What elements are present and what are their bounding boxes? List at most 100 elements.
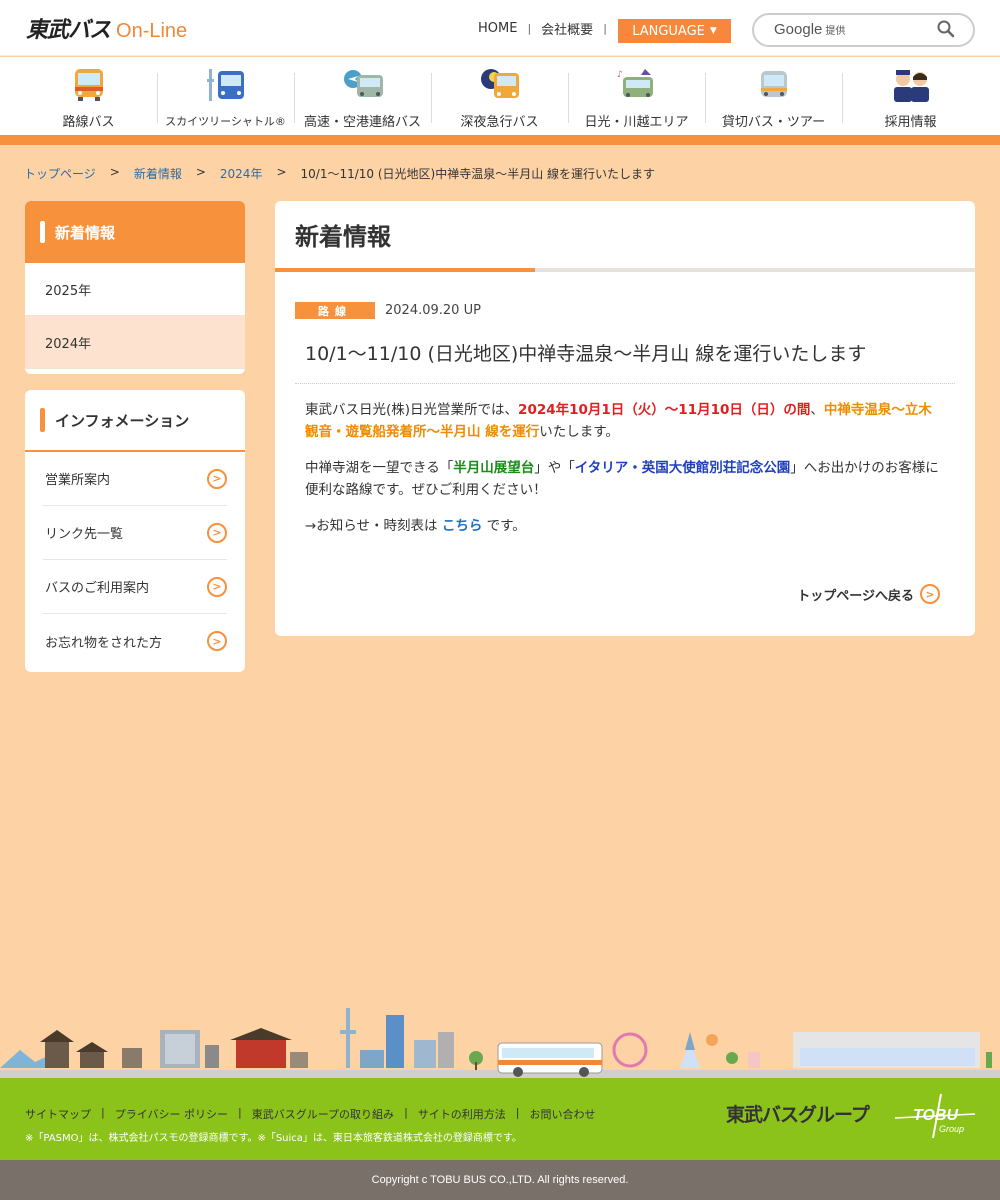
text: 」や「 xyxy=(534,460,575,476)
gnav-label: 深夜急行バス xyxy=(460,115,539,130)
page-title: 新着情報 xyxy=(295,223,391,251)
article-paragraph: →お知らせ・時刻表は こちら です。 xyxy=(305,515,945,537)
language-button[interactable]: LANGUAGE ▼ xyxy=(618,19,731,43)
nav-company-link[interactable]: 会社概要 xyxy=(541,19,593,38)
footer-link-group-initiatives[interactable]: 東武バスグループの取り組み xyxy=(252,1106,394,1122)
arrow-right-icon: > xyxy=(207,522,227,543)
copyright: Copyright c TOBU BUS CO.,LTD. All rights… xyxy=(0,1160,1000,1200)
sidebar-news-header: 新着情報 xyxy=(25,201,245,263)
footer-separator: | xyxy=(404,1106,408,1119)
sidebar-item-label: 営業所案内 xyxy=(45,473,111,488)
tobu-group-logo[interactable]: TOBU Group xyxy=(894,1092,977,1144)
site-logo[interactable]: 東武バス On-Line xyxy=(26,12,187,44)
article-meta: 路線 2024.09.20 UP xyxy=(295,302,481,319)
footer-links: サイトマップ | プライバシー ポリシー | 東武バスグループの取り組み | サ… xyxy=(25,1106,596,1122)
skytree-shuttle-icon xyxy=(206,67,246,103)
breadcrumb-news[interactable]: 新着情報 xyxy=(134,165,182,182)
gnav-label: 路線バス xyxy=(62,115,115,130)
highlight-observatory: 半月山展望台 xyxy=(453,460,535,476)
nav-home-link[interactable]: HOME xyxy=(478,21,517,36)
footer-separator: | xyxy=(238,1106,242,1119)
google-brand-text: Google xyxy=(774,21,823,38)
airport-bus-icon xyxy=(343,67,383,103)
breadcrumb-year[interactable]: 2024年 xyxy=(220,165,263,182)
gnav-late-night-bus[interactable]: 深夜急行バス xyxy=(431,57,568,135)
back-label: トップページへ戻る xyxy=(797,588,914,604)
sidebar-item-lost-items[interactable]: お忘れ物をされた方 > xyxy=(43,614,227,668)
gnav-label: 貸切バス・ツアー xyxy=(721,115,826,130)
bus-front-icon xyxy=(69,67,109,103)
breadcrumb-separator: > xyxy=(109,165,120,179)
sidebar-item-label: リンク先一覧 xyxy=(45,527,124,542)
footer-link-site-usage[interactable]: サイトの利用方法 xyxy=(418,1106,506,1122)
logo-main-text: 東武バス xyxy=(26,18,111,43)
sidebar-info-title: インフォメーション xyxy=(55,411,190,430)
gnav-nikko-kawagoe[interactable]: ♪ 日光・川越エリア xyxy=(568,57,705,135)
gnav-label: スカイツリーシャトル® xyxy=(165,115,286,128)
charter-bus-icon xyxy=(754,67,794,103)
article-body: 東武バス日光(株)日光営業所では、2024年10月1日（火）～11月10日（日）… xyxy=(305,399,945,551)
logo-sub-text: On-Line xyxy=(116,20,188,42)
article-date: 2024.09.20 UP xyxy=(385,303,481,318)
sidebar-news: 新着情報 2025年 2024年 xyxy=(25,201,245,374)
gnav-label: 採用情報 xyxy=(884,115,937,130)
gnav-recruit[interactable]: 採用情報 xyxy=(842,57,979,135)
cityscape-illustration xyxy=(0,1000,1000,1078)
title-underline xyxy=(275,268,975,272)
search-icon[interactable] xyxy=(937,20,955,42)
category-badge: 路線 xyxy=(295,302,375,319)
footer-link-privacy[interactable]: プライバシー ポリシー xyxy=(115,1106,228,1122)
back-to-top-link[interactable]: トップページへ戻る > xyxy=(797,584,940,604)
gnav-skytree-shuttle[interactable]: スカイツリーシャトル® xyxy=(157,57,294,135)
trademark-note: ※「PASMO」は、株式会社パスモの登録商標です。※「Suica」は、東日本旅客… xyxy=(25,1133,522,1144)
breadcrumb: トップページ > 新着情報 > 2024年 > 10/1～11/10 (日光地区… xyxy=(24,165,655,182)
footer-link-sitemap[interactable]: サイトマップ xyxy=(25,1106,91,1122)
sidebar-item-2024[interactable]: 2024年 xyxy=(25,316,245,369)
site-search-input[interactable]: Google 提供 xyxy=(752,13,975,47)
breadcrumb-current: 10/1～11/10 (日光地区)中禅寺温泉～半月山 線を運行いたします xyxy=(300,167,656,181)
arrow-right-icon: > xyxy=(207,576,227,597)
text: いたします。 xyxy=(539,424,619,440)
footer-separator: | xyxy=(101,1106,105,1119)
article-paragraph: 東武バス日光(株)日光営業所では、2024年10月1日（火）～11月10日（日）… xyxy=(305,399,945,443)
nav-separator: | xyxy=(527,22,532,35)
nav-accent-band xyxy=(0,135,1000,145)
sidebar-info: インフォメーション 営業所案内 > リンク先一覧 > バスのご利用案内 > お忘… xyxy=(25,390,245,672)
site-header: 東武バス On-Line HOME | 会社概要 | LANGUAGE ▼ Go… xyxy=(0,0,1000,56)
sidebar-item-offices[interactable]: 営業所案内 > xyxy=(43,452,227,506)
sidebar-item-label: お忘れ物をされた方 xyxy=(45,635,163,651)
nav-separator: | xyxy=(603,22,607,35)
arrow-right-icon: > xyxy=(920,584,940,604)
sidebar-news-title: 新着情報 xyxy=(55,223,116,242)
sidebar-item-links[interactable]: リンク先一覧 > xyxy=(43,506,227,560)
breadcrumb-home[interactable]: トップページ xyxy=(24,165,96,182)
article-headline: 10/1～11/10 (日光地区)中禅寺温泉～半月山 線を運行いたします xyxy=(305,343,867,365)
header-bar xyxy=(40,408,45,432)
top-nav: HOME | 会社概要 | xyxy=(478,19,617,38)
sidebar-item-bus-guide[interactable]: バスのご利用案内 > xyxy=(43,560,227,614)
text: です。 xyxy=(482,518,526,534)
gnav-highway-airport[interactable]: 高速・空港連絡バス xyxy=(294,57,431,135)
gnav-route-bus[interactable]: 路線バス xyxy=(20,57,157,135)
breadcrumb-separator: > xyxy=(195,165,206,179)
breadcrumb-separator: > xyxy=(276,165,287,179)
news-article-panel: 新着情報 路線 2024.09.20 UP 10/1～11/10 (日光地区)中… xyxy=(275,201,975,636)
text: 中禅寺湖を一望できる「 xyxy=(305,460,454,476)
timetable-link[interactable]: こちら xyxy=(442,518,483,534)
sidebar-info-header: インフォメーション xyxy=(25,390,245,452)
tobu-logo-text: TOBU xyxy=(913,1107,958,1124)
google-brand-sub: 提供 xyxy=(825,26,846,37)
gnav-charter-tour[interactable]: 貸切バス・ツアー xyxy=(705,57,842,135)
highlight-period: 2024年10月1日（火）～11月10日（日）の間 xyxy=(518,402,811,418)
group-name: 東武バスグループ xyxy=(726,1104,870,1126)
site-footer: サイトマップ | プライバシー ポリシー | 東武バスグループの取り組み | サ… xyxy=(0,1078,1000,1160)
arrow-right-icon: > xyxy=(207,468,227,489)
sidebar-item-2025[interactable]: 2025年 xyxy=(25,263,245,316)
footer-link-contact[interactable]: お問い合わせ xyxy=(530,1106,596,1122)
staff-icon xyxy=(891,67,931,103)
gnav-label: 高速・空港連絡バス xyxy=(303,115,421,130)
caret-down-icon: ▼ xyxy=(709,26,717,36)
tobu-logo-sub: Group xyxy=(939,1124,964,1134)
sightseeing-bus-icon: ♪ xyxy=(617,67,657,103)
arrow-right-icon: > xyxy=(207,631,227,651)
